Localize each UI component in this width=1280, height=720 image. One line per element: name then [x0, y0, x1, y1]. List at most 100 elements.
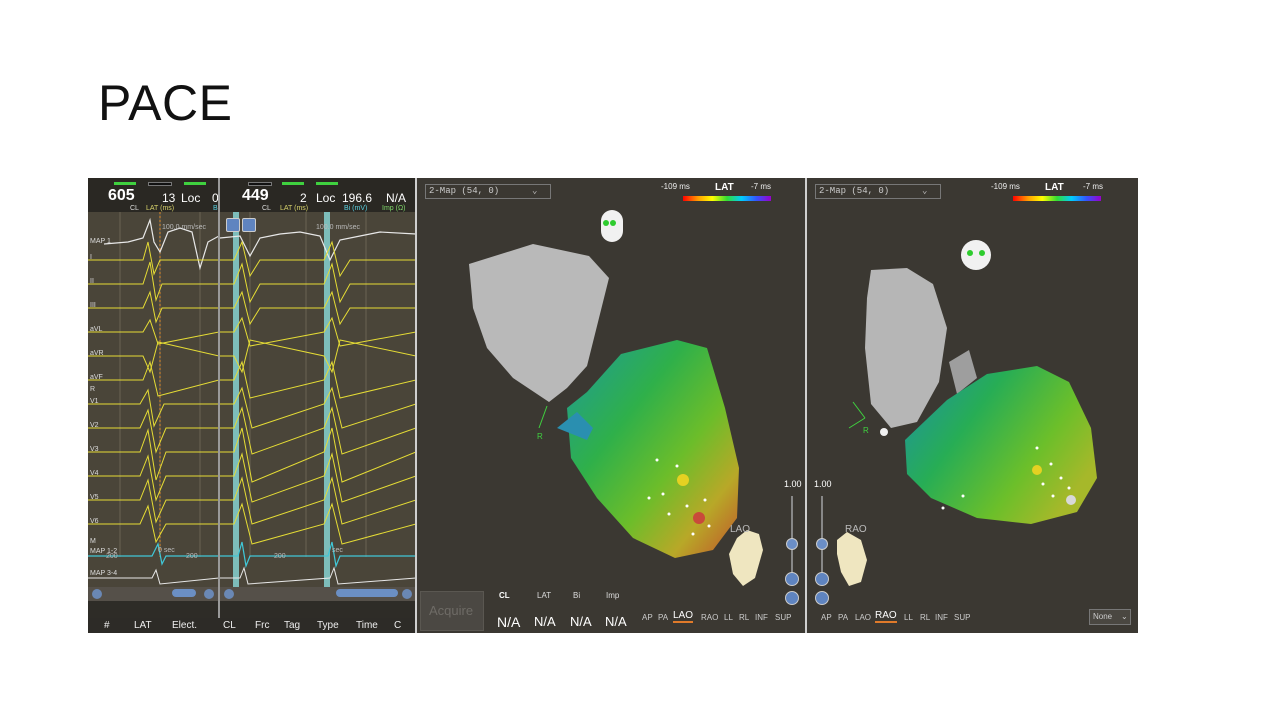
slide-title: PACE — [98, 75, 233, 131]
view-button-sup[interactable]: SUP — [775, 613, 791, 622]
rotate-down-icon[interactable] — [815, 572, 829, 586]
view-button-rl[interactable]: RL — [920, 613, 930, 622]
anatomy-3d-view-rao[interactable] — [807, 178, 1138, 633]
anatomy-3d-view-lao[interactable] — [417, 178, 805, 633]
column-header[interactable]: Type — [317, 620, 339, 631]
tick-label: 200 — [186, 553, 198, 560]
column-header[interactable]: Frc — [255, 620, 269, 631]
measure-tool-icon[interactable] — [242, 218, 256, 232]
chevron-down-icon: ⌄ — [1121, 612, 1128, 621]
signal-bar — [114, 182, 136, 185]
scroll-right-button[interactable] — [204, 589, 214, 599]
view-button-ap[interactable]: AP — [821, 613, 832, 622]
ecg-panel-right: 449 2 Loc 196.6 N/A CL LAT (ms) Bi (mV) … — [220, 178, 416, 633]
signal-bar — [248, 182, 272, 186]
zoom-slider-track[interactable] — [821, 496, 823, 576]
loc-label: Loc — [181, 191, 201, 205]
readout-value-lat: N/A — [534, 614, 556, 629]
loc-value: 196.6 — [342, 191, 373, 205]
carto-application: 605 13 Loc 0 CL LAT (ms) Bi MAP 1 I II I… — [88, 178, 1138, 633]
rotate-up-icon[interactable] — [785, 591, 799, 605]
readout-value-bi: N/A — [570, 614, 592, 629]
view-button-rl[interactable]: RL — [739, 613, 749, 622]
ecg-trace-area-right[interactable]: 100.0 mm/sec sec 200 — [220, 212, 416, 587]
scroll-left-button[interactable] — [224, 589, 234, 599]
ecg-scrollbar-right[interactable] — [220, 587, 416, 601]
lead-label-v4: V4 — [90, 470, 99, 477]
view-button-lao[interactable]: LAO — [855, 613, 871, 622]
view-button-ll[interactable]: LL — [724, 613, 733, 622]
ecg-traces-right — [220, 212, 416, 587]
lat-caption: LAT (ms) — [146, 205, 175, 212]
zoom-slider-knob[interactable] — [816, 538, 828, 550]
readout-value-imp: N/A — [605, 614, 627, 629]
view-button-inf[interactable]: INF — [755, 613, 768, 622]
rotate-down-icon[interactable] — [785, 572, 799, 586]
ecg-header-left: 605 13 Loc 0 CL LAT (ms) Bi — [88, 178, 219, 212]
lat-value: 13 — [162, 191, 176, 205]
ecg-trace-area-left[interactable]: MAP 1 I II III aVL aVR aVF R V1 V2 V3 V4… — [88, 212, 219, 587]
lead-label-i: I — [90, 254, 92, 261]
column-header[interactable]: # — [104, 620, 110, 631]
lat-value: 2 — [300, 191, 307, 205]
na-value: N/A — [386, 191, 407, 205]
readout-label-cl: CL — [499, 591, 510, 600]
lat-caption: LAT (ms) — [280, 205, 309, 212]
bi-caption: Bi (mV) — [344, 205, 368, 212]
cl-caption: CL — [130, 205, 139, 212]
lead-label-v6: V6 — [90, 518, 99, 525]
readout-value-cl: N/A — [497, 614, 521, 630]
lead-label-v1: V1 — [90, 398, 99, 405]
column-header[interactable]: LAT — [134, 620, 152, 631]
tick-label: 200 — [106, 553, 118, 560]
rotate-up-icon[interactable] — [815, 591, 829, 605]
column-header[interactable]: Time — [356, 620, 378, 631]
ecg-panel-left: 605 13 Loc 0 CL LAT (ms) Bi MAP 1 I II I… — [88, 178, 219, 633]
view-button-rao[interactable]: RAO — [875, 610, 897, 623]
ecg-header-right: 449 2 Loc 196.6 N/A CL LAT (ms) Bi (mV) … — [220, 178, 416, 212]
ecg-traces-left — [88, 212, 219, 585]
marker-r: R — [90, 386, 96, 393]
scroll-thumb[interactable] — [172, 589, 196, 597]
zoom-value: 1.00 — [784, 479, 802, 489]
lead-label-map1: MAP 1 — [90, 238, 111, 245]
view-button-sup[interactable]: SUP — [954, 613, 970, 622]
lead-label-ii: II — [90, 278, 94, 285]
zoom-slider-knob[interactable] — [786, 538, 798, 550]
column-header[interactable]: Tag — [284, 620, 300, 631]
cycle-length-value: 605 — [108, 187, 135, 204]
lead-label-avr: aVR — [90, 350, 104, 357]
view-button-lao[interactable]: LAO — [673, 610, 694, 623]
signal-bar — [184, 182, 206, 185]
zoom-slider-track[interactable] — [791, 496, 793, 576]
view-button-ll[interactable]: LL — [904, 613, 913, 622]
projection-label: LAO — [730, 524, 751, 535]
column-header[interactable]: C — [394, 620, 401, 631]
map-panel-rao: 2-Map (54, 0) ⌄ -109 ms LAT -7 ms R RAO … — [807, 178, 1138, 633]
view-button-pa[interactable]: PA — [838, 613, 848, 622]
column-header[interactable]: Elect. — [172, 620, 197, 631]
signal-bar — [148, 182, 172, 186]
axis-r-label: R — [863, 426, 869, 435]
imp-caption: Imp (Ω) — [382, 205, 406, 212]
display-select-dropdown[interactable]: None ⌄ — [1089, 609, 1131, 625]
view-button-inf[interactable]: INF — [935, 613, 948, 622]
scroll-left-button[interactable] — [92, 589, 102, 599]
view-button-rao[interactable]: RAO — [701, 613, 718, 622]
sweep-speed: 100.0 mm/sec — [162, 224, 206, 231]
time-marker: 0 sec — [158, 547, 175, 554]
scroll-thumb[interactable] — [336, 589, 398, 597]
acquire-button[interactable]: Acquire — [420, 591, 484, 631]
view-button-pa[interactable]: PA — [658, 613, 668, 622]
caliper-tool-icon[interactable] — [226, 218, 240, 232]
readout-label-imp: Imp — [606, 591, 620, 600]
ecg-scrollbar-left[interactable] — [88, 587, 219, 601]
lead-label-map34: MAP 3-4 — [90, 570, 118, 577]
axis-r-label: R — [537, 432, 543, 441]
cycle-length-value: 449 — [242, 187, 269, 204]
view-button-ap[interactable]: AP — [642, 613, 653, 622]
column-header[interactable]: CL — [223, 620, 236, 631]
lead-label-avl: aVL — [90, 326, 103, 333]
sweep-speed: 100.0 mm/sec — [316, 224, 360, 231]
scroll-right-button[interactable] — [402, 589, 412, 599]
